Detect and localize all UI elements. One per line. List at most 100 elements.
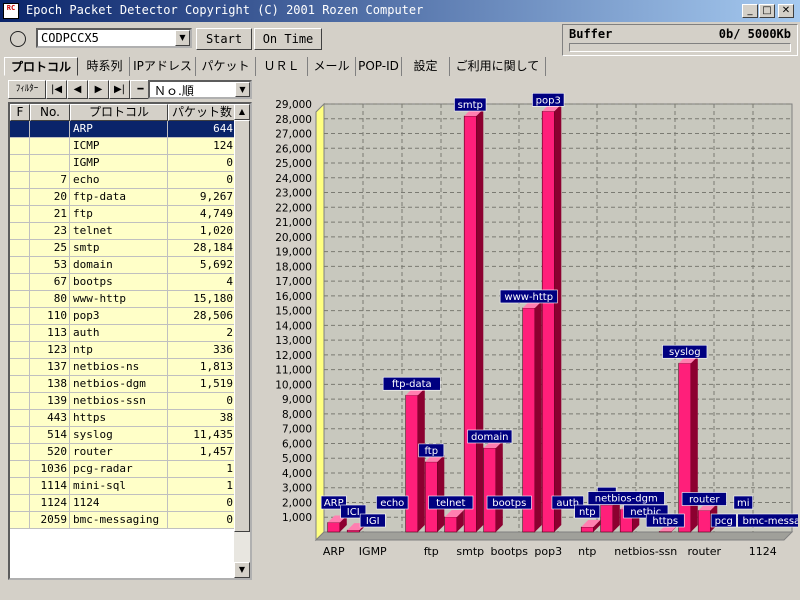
y-tick-label: 27,000 [275,129,312,141]
flag-cell [10,138,30,155]
table-row[interactable]: 1114 mini-sql 1 [10,478,236,495]
chevron-down-icon[interactable]: ▼ [175,30,190,46]
y-tick-label: 16,000 [275,291,312,303]
sort-select[interactable]: Ｎｏ.順 ▼ [148,80,252,99]
bar-side [417,388,425,532]
protocol-cell: netbios-dgm [70,376,168,393]
on-time-button[interactable]: On Time [254,28,322,50]
table-row[interactable]: 7 echo 0 [10,172,236,189]
number-cell: 137 [30,359,70,376]
packet-count-cell: 2 [168,325,236,342]
table-row[interactable]: 520 router 1,457 [10,444,236,461]
y-tick-label: 12,000 [275,350,312,362]
tab-mail[interactable]: メール [308,57,356,76]
table-row[interactable]: 53 domain 5,692 [10,257,236,274]
bar-label-text: pcg [715,516,733,527]
bar-label-text: netbios-dgm [595,494,658,505]
number-cell: 514 [30,427,70,444]
chart-floor [314,531,794,541]
table-row[interactable]: 1124 1124 0 [10,495,236,512]
next-icon[interactable]: ▶ [88,80,109,99]
number-cell: 1124 [30,495,70,512]
flag-cell [10,359,30,376]
protocol-cell: netbios-ns [70,359,168,376]
table-scrollbar[interactable]: ▲ ▼ [234,104,250,578]
bar-label: telnet [428,495,474,510]
table-row[interactable]: 25 smtp 28,184 [10,240,236,257]
header-no[interactable]: No. [30,104,70,121]
tab-about-usage[interactable]: ご利用に関して [450,57,546,76]
table-row[interactable]: 137 netbios-ns 1,813 [10,359,236,376]
last-icon[interactable]: ▶| [109,80,130,99]
capture-status-icon[interactable] [10,31,26,47]
packet-count-cell: 5,692 [168,257,236,274]
x-tick-label: ARP [323,545,345,558]
header-protocol[interactable]: プロトコル [70,104,168,121]
flag-cell [10,512,30,529]
table-row[interactable]: 113 auth 2 [10,325,236,342]
number-cell: 520 [30,444,70,461]
protocol-cell: ARP [70,121,168,138]
tab-ip-address[interactable]: IPアドレス [130,57,196,76]
protocol-cell: https [70,410,168,427]
table-row[interactable]: ARP 644 [10,121,236,138]
table-row[interactable]: 110 pop3 28,506 [10,308,236,325]
table-row[interactable]: 21 ftp 4,749 [10,206,236,223]
table-row[interactable]: 80 www-http 15,180 [10,291,236,308]
packet-count-cell: 28,184 [168,240,236,257]
x-tick-label: pop3 [534,545,562,558]
prev-icon[interactable]: ◀ [67,80,88,99]
close-icon[interactable]: ✕ [778,4,794,18]
table-row[interactable]: 67 bootps 4 [10,274,236,291]
y-tick-label: 9,000 [282,394,312,406]
table-row[interactable]: 23 telnet 1,020 [10,223,236,240]
table-row[interactable]: 2059 bmc-messaging 0 [10,512,236,529]
protocol-cell: syslog [70,427,168,444]
header-f[interactable]: F [10,104,30,121]
table-row[interactable]: 514 syslog 11,435 [10,427,236,444]
table-row[interactable]: 139 netbios-ssn 0 [10,393,236,410]
bar [483,447,497,533]
device-select[interactable]: CODPCCX5 ▼ [36,28,192,48]
scroll-up-icon[interactable]: ▲ [234,104,250,120]
bar-side [437,454,445,532]
table-row[interactable]: 443 https 38 [10,410,236,427]
start-button[interactable]: Start [196,28,252,50]
number-cell [30,155,70,172]
tab-settings[interactable]: 設定 [402,57,450,76]
packet-count-cell: 1,519 [168,376,236,393]
tab-url[interactable]: ＵＲＬ [256,57,308,76]
y-tick-label: 1,000 [282,512,312,524]
y-tick-label: 25,000 [275,158,312,170]
packet-count-cell: 644 [168,121,236,138]
table-row[interactable]: 138 netbios-dgm 1,519 [10,376,236,393]
maximize-icon[interactable]: □ [759,4,775,18]
table-row[interactable]: 20 ftp-data 9,267 [10,189,236,206]
tab-packet[interactable]: パケット [196,57,256,76]
y-tick-label: 2,000 [282,497,312,509]
filter-button[interactable]: ﾌｨﾙﾀｰ [8,80,46,99]
title-bar[interactable]: RC Epoch Packet Detector Copyright (C) 2… [0,0,800,22]
y-tick-label: 6,000 [282,438,312,450]
y-tick-label: 5,000 [282,453,312,465]
tab-protocol[interactable]: プロトコル [4,57,78,76]
tab-timeseries[interactable]: 時系列 [80,57,130,76]
minimize-icon[interactable]: _ [742,4,758,18]
device-value: CODPCCX5 [41,31,99,45]
header-packet-count[interactable]: パケット数 [168,104,236,121]
tab-pop-id[interactable]: POP-ID [356,57,402,76]
chevron-down-icon[interactable]: ▼ [235,82,250,97]
first-icon[interactable]: |◀ [46,80,67,99]
bar-label: https [645,513,685,528]
scroll-thumb[interactable] [234,120,250,532]
table-row[interactable]: IGMP 0 [10,155,236,172]
bar-label: pop3 [532,92,565,107]
table-row[interactable]: 123 ntp 336 [10,342,236,359]
table-row[interactable]: ICMP 124 [10,138,236,155]
bar-label-text: ICI [347,507,360,518]
scroll-down-icon[interactable]: ▼ [234,562,250,578]
bar-label-text: pop3 [536,95,561,106]
table-row[interactable]: 1036 pcg-radar 1 [10,461,236,478]
protocol-cell: netbios-ssn [70,393,168,410]
flag-cell [10,444,30,461]
